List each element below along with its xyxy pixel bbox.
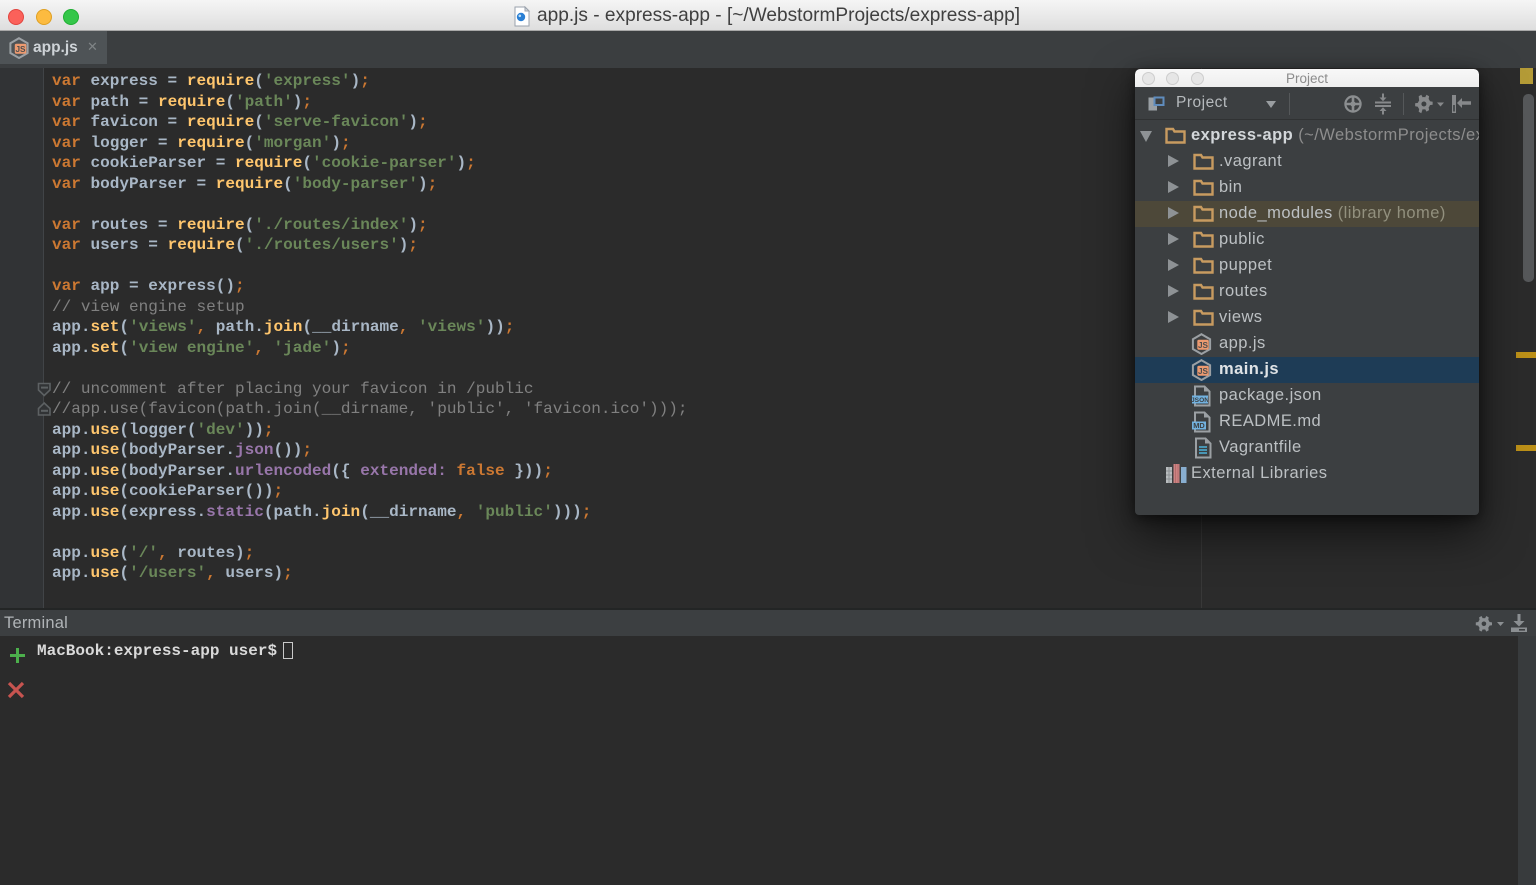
svg-text:JSON: JSON xyxy=(1192,397,1209,404)
svg-text:JS: JS xyxy=(1198,366,1209,375)
svg-text:JS: JS xyxy=(15,45,26,54)
svg-text:MD: MD xyxy=(1193,421,1205,430)
svg-text:JS: JS xyxy=(1198,340,1209,349)
